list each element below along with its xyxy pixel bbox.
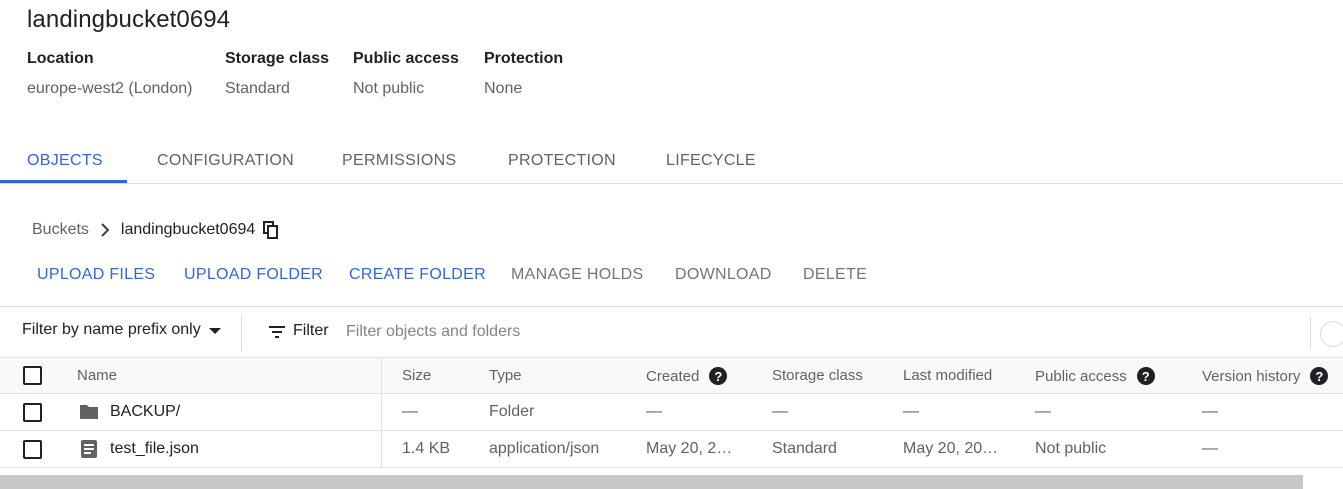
cell-version-history: — xyxy=(1202,403,1218,420)
row-checkbox[interactable] xyxy=(23,403,42,422)
cell-public-access: — xyxy=(1035,403,1051,420)
cell-created: May 20, 2… xyxy=(646,440,733,457)
filter-input[interactable] xyxy=(346,319,1246,345)
object-name-link[interactable]: test_file.json xyxy=(110,440,199,458)
column-label: Version history xyxy=(1202,367,1301,385)
column-header-public-access[interactable]: Public access? xyxy=(1035,367,1155,385)
table-row[interactable]: BACKUP/ — Folder — — — — — xyxy=(0,394,1343,431)
cell-last-modified: — xyxy=(903,403,919,420)
folder-icon xyxy=(80,405,98,419)
cell-created: — xyxy=(646,403,662,420)
delete-button[interactable]: DELETE xyxy=(803,260,867,284)
column-header-version-history[interactable]: Version history? xyxy=(1202,367,1329,385)
filter-bar: Filter by name prefix only Filter xyxy=(0,306,1343,358)
cell-storage-class: — xyxy=(772,403,788,420)
density-toggle[interactable] xyxy=(1320,321,1343,347)
cell-version-history: — xyxy=(1202,440,1218,457)
meta-label: Storage class xyxy=(225,50,330,67)
column-label: Type xyxy=(489,367,522,384)
meta-protection: Protection None xyxy=(484,50,563,98)
chevron-right-icon xyxy=(95,220,115,240)
cell-type: Folder xyxy=(489,403,535,420)
meta-label: Public access xyxy=(353,50,459,67)
meta-value: Not public xyxy=(353,80,425,97)
column-divider xyxy=(381,357,382,468)
meta-value: Standard xyxy=(225,80,290,97)
column-label: Storage class xyxy=(772,367,863,384)
row-checkbox[interactable] xyxy=(23,440,42,459)
cell-size: 1.4 KB xyxy=(402,440,451,457)
meta-location: Location europe-west2 (London) xyxy=(27,50,192,98)
manage-holds-button[interactable]: MANAGE HOLDS xyxy=(511,260,644,284)
create-folder-button[interactable]: CREATE FOLDER xyxy=(349,260,486,284)
active-tab-indicator xyxy=(0,180,127,183)
divider xyxy=(241,315,242,351)
table-row[interactable]: test_file.json 1.4 KB application/json M… xyxy=(0,431,1343,468)
select-all-checkbox[interactable] xyxy=(23,366,42,385)
tab-objects[interactable]: OBJECTS xyxy=(27,140,103,183)
column-label: Last modified xyxy=(903,367,993,384)
tab-permissions[interactable]: PERMISSIONS xyxy=(342,140,456,183)
meta-label: Location xyxy=(27,50,94,67)
meta-label: Protection xyxy=(484,50,564,67)
column-label: Created xyxy=(646,367,700,385)
column-label: Name xyxy=(77,367,118,384)
object-name-link[interactable]: BACKUP/ xyxy=(110,403,180,421)
cell-last-modified: May 20, 20… xyxy=(903,440,999,457)
breadcrumb: Buckets landingbucket0694 xyxy=(32,218,281,242)
breadcrumb-current: landingbucket0694 xyxy=(120,221,256,238)
breadcrumb-buckets-link[interactable]: Buckets xyxy=(32,221,89,239)
object-actions-toolbar: UPLOAD FILES UPLOAD FOLDER CREATE FOLDER… xyxy=(0,260,900,292)
tab-bar: OBJECTS CONFIGURATION PERMISSIONS PROTEC… xyxy=(0,140,1343,184)
meta-storage-class: Storage class Standard xyxy=(225,50,329,98)
column-label: Public access xyxy=(1035,367,1127,385)
column-header-type[interactable]: Type xyxy=(489,367,522,384)
column-label: Size xyxy=(402,367,432,384)
document-icon xyxy=(81,440,97,458)
help-icon[interactable]: ? xyxy=(1310,367,1329,385)
tab-configuration[interactable]: CONFIGURATION xyxy=(157,140,294,183)
horizontal-scrollbar[interactable] xyxy=(0,475,1303,489)
filter-label: Filter xyxy=(293,322,329,339)
column-header-name[interactable]: Name xyxy=(77,367,117,384)
upload-folder-button[interactable]: UPLOAD FOLDER xyxy=(184,260,323,284)
tab-lifecycle[interactable]: LIFECYCLE xyxy=(666,140,756,183)
upload-files-button[interactable]: UPLOAD FILES xyxy=(37,260,155,284)
cell-storage-class: Standard xyxy=(772,440,837,457)
copy-icon[interactable] xyxy=(261,220,281,240)
meta-value: None xyxy=(484,80,523,97)
cell-public-access: Not public xyxy=(1035,440,1107,457)
filter-list-icon xyxy=(269,326,285,338)
column-header-size[interactable]: Size xyxy=(402,367,431,384)
meta-value: europe-west2 (London) xyxy=(27,80,193,97)
cell-type: application/json xyxy=(489,440,600,457)
column-header-storage-class[interactable]: Storage class xyxy=(772,367,863,384)
caret-down-icon xyxy=(208,328,221,334)
meta-public-access: Public access Not public xyxy=(353,50,459,98)
bucket-title: landingbucket0694 xyxy=(27,6,231,33)
column-header-created[interactable]: Created? xyxy=(646,367,728,385)
cell-size: — xyxy=(402,403,418,420)
tab-protection[interactable]: PROTECTION xyxy=(508,140,616,183)
download-button[interactable]: DOWNLOAD xyxy=(675,260,772,284)
filter-mode-label: Filter by name prefix only xyxy=(22,321,201,338)
filter-mode-select[interactable]: Filter by name prefix only xyxy=(22,321,221,339)
column-header-last-modified[interactable]: Last modified xyxy=(903,367,992,384)
help-icon[interactable]: ? xyxy=(1136,367,1155,385)
divider xyxy=(1310,317,1311,349)
table-header: Name Size Type Created? Storage class La… xyxy=(0,357,1343,394)
help-icon[interactable]: ? xyxy=(709,367,728,385)
